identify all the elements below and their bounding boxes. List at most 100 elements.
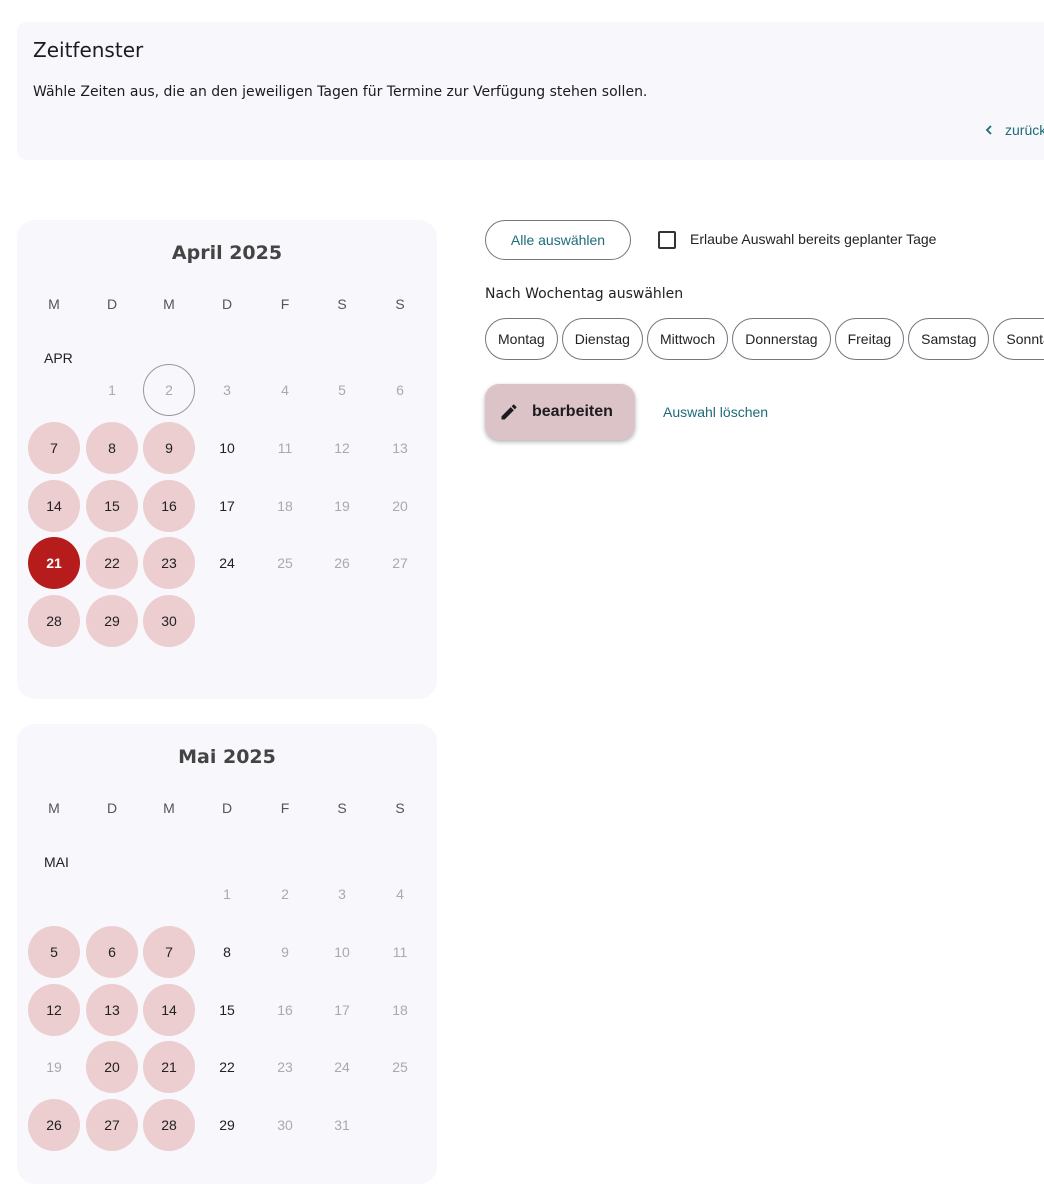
calendar-day: 3 <box>223 382 231 398</box>
clear-selection-link[interactable]: Auswahl löschen <box>663 404 768 420</box>
calendar-day[interactable]: 27 <box>86 1099 138 1151</box>
calendar-day: 4 <box>281 382 289 398</box>
weekday-chip-samstag[interactable]: Samstag <box>908 318 990 360</box>
calendar-day[interactable]: 30 <box>143 595 195 647</box>
calendar-day: 11 <box>392 944 408 960</box>
weekday-header: D <box>106 296 118 312</box>
weekday-chip-mittwoch[interactable]: Mittwoch <box>646 318 729 360</box>
calendar-day: 23 <box>277 1059 293 1075</box>
calendar-day[interactable]: 8 <box>201 926 253 978</box>
calendar-day[interactable]: 16 <box>143 480 195 532</box>
calendar-day[interactable]: 9 <box>143 422 195 474</box>
calendar-day: 2 <box>281 886 289 902</box>
calendar-day: 13 <box>392 440 408 456</box>
calendar-day[interactable]: 15 <box>86 480 138 532</box>
calendar-day[interactable]: 10 <box>201 422 253 474</box>
calendar-day[interactable]: 15 <box>201 984 253 1036</box>
calendar-day[interactable]: 29 <box>201 1099 253 1151</box>
calendar-day: 2 <box>143 364 195 416</box>
calendar-day[interactable]: 22 <box>86 537 138 589</box>
weekday-header: S <box>395 800 405 816</box>
calendar-day[interactable]: 7 <box>143 926 195 978</box>
calendar-day[interactable]: 28 <box>28 595 80 647</box>
weekday-header: M <box>163 800 175 816</box>
edit-button-label: bearbeiten <box>532 403 613 420</box>
calendar-title: Mai 2025 <box>178 746 276 768</box>
calendar-day[interactable]: 28 <box>143 1099 195 1151</box>
calendar-day: 10 <box>334 944 350 960</box>
weekday-header: S <box>337 800 347 816</box>
calendar-day[interactable]: 8 <box>86 422 138 474</box>
calendar-day: 19 <box>334 498 350 514</box>
weekday-header: D <box>221 296 233 312</box>
edit-button[interactable]: bearbeiten <box>485 384 635 440</box>
calendar-day[interactable]: 24 <box>201 537 253 589</box>
calendar-day[interactable]: 29 <box>86 595 138 647</box>
calendar-day: 18 <box>392 1002 408 1018</box>
allow-planned-checkbox[interactable] <box>658 231 676 249</box>
calendar-day[interactable]: 21 <box>143 1041 195 1093</box>
page-description: Wähle Zeiten aus, die an den jeweiligen … <box>33 84 648 100</box>
weekday-chip-freitag[interactable]: Freitag <box>834 318 905 360</box>
weekday-chip-sonntag[interactable]: Sonntag <box>993 318 1044 360</box>
calendar-day[interactable]: 5 <box>28 926 80 978</box>
calendar-day: 9 <box>281 944 289 960</box>
calendar-month-label: APR <box>44 350 73 366</box>
weekday-header: M <box>48 800 60 816</box>
calendar-day: 19 <box>46 1059 62 1075</box>
calendar-day: 4 <box>396 886 404 902</box>
calendar-day: 1 <box>223 886 231 902</box>
calendar-april: April 2025 APR M D M D F S S 1 2 3 4 5 6 7 8 9 10 11 12 13 1… <box>17 220 437 699</box>
calendar-day: 1 <box>108 382 116 398</box>
allow-planned-label: Erlaube Auswahl bereits geplanter Tage <box>690 231 937 247</box>
calendar-day[interactable]: 12 <box>28 984 80 1036</box>
calendar-mai: Mai 2025 MAI M D M D F S S 1 2 3 4 5 6 7 8 9 10 11 12 13 14 1… <box>17 724 437 1184</box>
calendar-day[interactable]: 20 <box>86 1041 138 1093</box>
calendar-day[interactable]: 23 <box>143 537 195 589</box>
calendar-day: 25 <box>277 555 293 571</box>
calendar-day[interactable]: 22 <box>201 1041 253 1093</box>
weekday-chip-montag[interactable]: Montag <box>485 318 558 360</box>
weekday-header: S <box>337 296 347 312</box>
weekday-chip-donnerstag[interactable]: Donnerstag <box>732 318 831 360</box>
weekday-header: D <box>106 800 118 816</box>
calendar-day[interactable]: 21 <box>28 537 80 589</box>
calendar-day: 6 <box>396 382 404 398</box>
calendar-day: 17 <box>334 1002 350 1018</box>
weekday-header: F <box>280 296 290 312</box>
calendar-day[interactable]: 13 <box>86 984 138 1036</box>
calendar-day: 26 <box>334 555 350 571</box>
header-panel: Zeitfenster Wähle Zeiten aus, die an den… <box>17 22 1044 160</box>
calendar-day: 11 <box>277 440 293 456</box>
weekday-header: M <box>48 296 60 312</box>
calendar-month-label: MAI <box>44 854 69 870</box>
calendar-day: 31 <box>334 1117 350 1133</box>
calendar-day: 12 <box>334 440 350 456</box>
back-link-label: zurück <box>1005 122 1044 138</box>
weekday-header: S <box>395 296 405 312</box>
calendar-day: 20 <box>392 498 408 514</box>
weekday-header: M <box>163 296 175 312</box>
select-all-button[interactable]: Alle auswählen <box>485 220 631 260</box>
page-title: Zeitfenster <box>33 38 144 62</box>
weekday-header: F <box>280 800 290 816</box>
weekday-heading: Nach Wochentag auswählen <box>485 286 684 302</box>
pencil-icon <box>501 404 517 420</box>
calendar-day[interactable]: 14 <box>28 480 80 532</box>
calendar-day: 5 <box>338 382 346 398</box>
weekday-chip-dienstag[interactable]: Dienstag <box>561 318 643 360</box>
calendar-day: 24 <box>334 1059 350 1075</box>
weekday-chip-group: Montag Dienstag Mittwoch Donnerstag Freitag S… <box>485 318 1044 360</box>
back-link[interactable]: zurück <box>983 122 1044 138</box>
calendar-day: 25 <box>392 1059 408 1075</box>
calendar-day[interactable]: 17 <box>201 480 253 532</box>
calendar-day: 27 <box>392 555 408 571</box>
calendar-day[interactable]: 26 <box>28 1099 80 1151</box>
calendar-day: 18 <box>277 498 293 514</box>
calendar-day[interactable]: 6 <box>86 926 138 978</box>
calendar-day: 30 <box>277 1117 293 1133</box>
calendar-day[interactable]: 7 <box>28 422 80 474</box>
weekday-header: D <box>221 800 233 816</box>
calendar-day[interactable]: 14 <box>143 984 195 1036</box>
calendar-title: April 2025 <box>171 242 283 264</box>
